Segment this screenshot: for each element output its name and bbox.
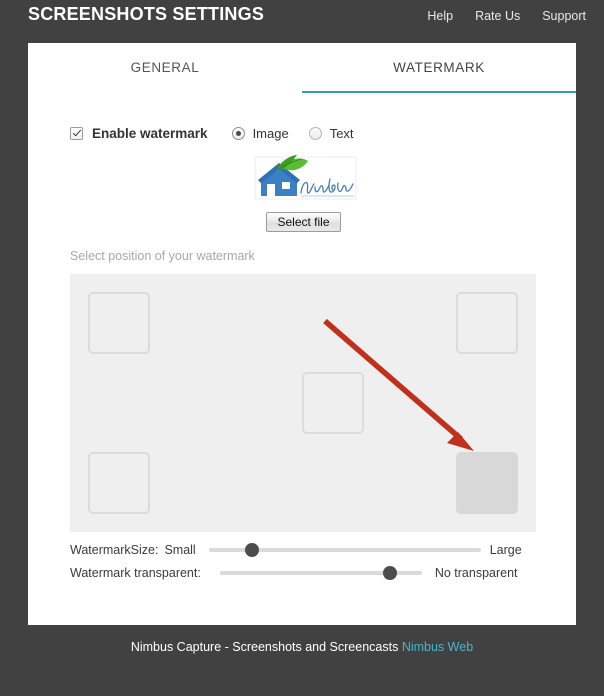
header-link-rate-us[interactable]: Rate Us	[475, 9, 520, 23]
watermark-transparency-slider[interactable]	[219, 565, 422, 581]
radio-image-label: Image	[252, 126, 289, 141]
header-link-help[interactable]: Help	[427, 9, 453, 23]
footer-link-nimbus-web[interactable]: Nimbus Web	[402, 640, 473, 654]
watermark-preview-image	[253, 155, 358, 201]
enable-watermark-label[interactable]: Enable watermark	[92, 126, 208, 141]
watermark-transparency-slider-thumb[interactable]	[382, 566, 397, 580]
watermark-size-max-label: Large	[489, 543, 522, 557]
watermark-size-slider-thumb[interactable]	[245, 543, 260, 557]
position-option-center[interactable]	[302, 372, 364, 434]
position-option-top-left[interactable]	[88, 292, 150, 354]
tab-bar: GENERAL WATERMARK	[28, 43, 576, 93]
app-footer: Nimbus Capture - Screenshots and Screenc…	[0, 640, 604, 654]
position-section-label: Select position of your watermark	[70, 249, 255, 263]
watermark-size-min-label: Small	[164, 543, 196, 557]
watermark-transparency-row: Watermark transparent: No transparent	[70, 565, 536, 581]
radio-image-indicator[interactable]	[231, 127, 245, 140]
tab-general[interactable]: GENERAL	[28, 43, 302, 93]
watermark-size-row: WatermarkSize: Small Large	[70, 542, 536, 558]
watermark-type-radio-group: Image Text	[231, 126, 374, 141]
enable-watermark-row: Enable watermark Image Text	[70, 126, 374, 141]
position-option-top-right[interactable]	[456, 292, 518, 354]
watermark-transparency-caption: Watermark transparent:	[70, 566, 201, 580]
select-file-button[interactable]: Select file	[266, 212, 341, 232]
header-links: Help Rate Us Support	[427, 9, 586, 23]
radio-text-indicator[interactable]	[308, 127, 322, 140]
tab-watermark[interactable]: WATERMARK	[302, 43, 576, 93]
header-link-support[interactable]: Support	[542, 9, 586, 23]
watermark-transparency-max-label: No transparent	[434, 566, 518, 580]
page-title: SCREENSHOTS SETTINGS	[28, 4, 265, 24]
watermark-size-caption: WatermarkSize:	[70, 543, 159, 557]
watermark-size-slider[interactable]	[208, 542, 481, 558]
settings-card: GENERAL WATERMARK Enable watermark Image…	[28, 43, 576, 625]
app-header: SCREENSHOTS SETTINGS Help Rate Us Suppor…	[0, 0, 604, 33]
radio-option-image[interactable]: Image	[231, 126, 289, 141]
radio-text-label: Text	[329, 126, 354, 141]
position-option-bottom-right[interactable]	[456, 452, 518, 514]
footer-text: Nimbus Capture - Screenshots and Screenc…	[130, 640, 399, 654]
enable-watermark-checkbox[interactable]	[70, 127, 83, 140]
position-option-bottom-left[interactable]	[88, 452, 150, 514]
watermark-position-grid	[70, 274, 536, 532]
nimbusweb-logo-icon	[254, 155, 357, 200]
radio-option-text[interactable]: Text	[308, 126, 354, 141]
